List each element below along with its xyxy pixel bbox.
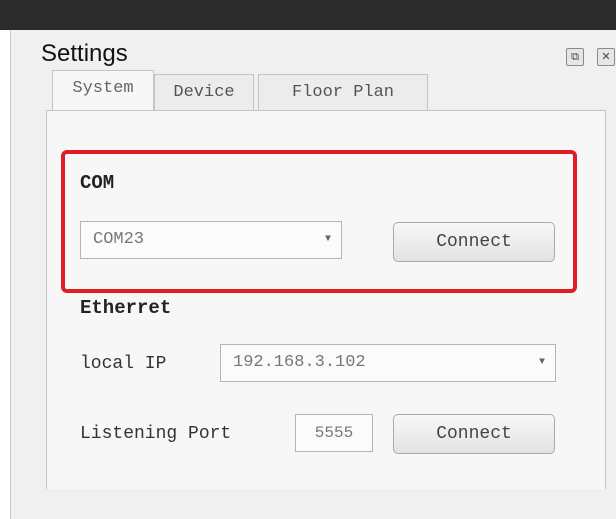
tab-device[interactable]: Device bbox=[154, 74, 254, 110]
ethernet-connect-button[interactable]: Connect bbox=[393, 414, 555, 454]
local-ip-select[interactable]: 192.168.3.102 ▼ bbox=[220, 344, 556, 382]
close-icon[interactable]: ✕ bbox=[597, 48, 615, 66]
window-title: Settings bbox=[41, 40, 128, 67]
tab-floor-plan[interactable]: Floor Plan bbox=[258, 74, 428, 110]
listening-port-field[interactable]: 5555 bbox=[295, 414, 373, 452]
tab-system[interactable]: System bbox=[52, 70, 154, 111]
listening-port-label: Listening Port bbox=[80, 424, 232, 444]
com-highlight-box bbox=[61, 150, 577, 293]
chevron-down-icon[interactable]: ▼ bbox=[529, 345, 555, 381]
local-ip-label: local IP bbox=[80, 354, 167, 374]
top-bar bbox=[0, 0, 616, 30]
float-icon[interactable]: ⧉ bbox=[566, 48, 584, 66]
local-ip-value: 192.168.3.102 bbox=[233, 353, 366, 372]
ethernet-section-label: Etherret bbox=[80, 297, 172, 319]
